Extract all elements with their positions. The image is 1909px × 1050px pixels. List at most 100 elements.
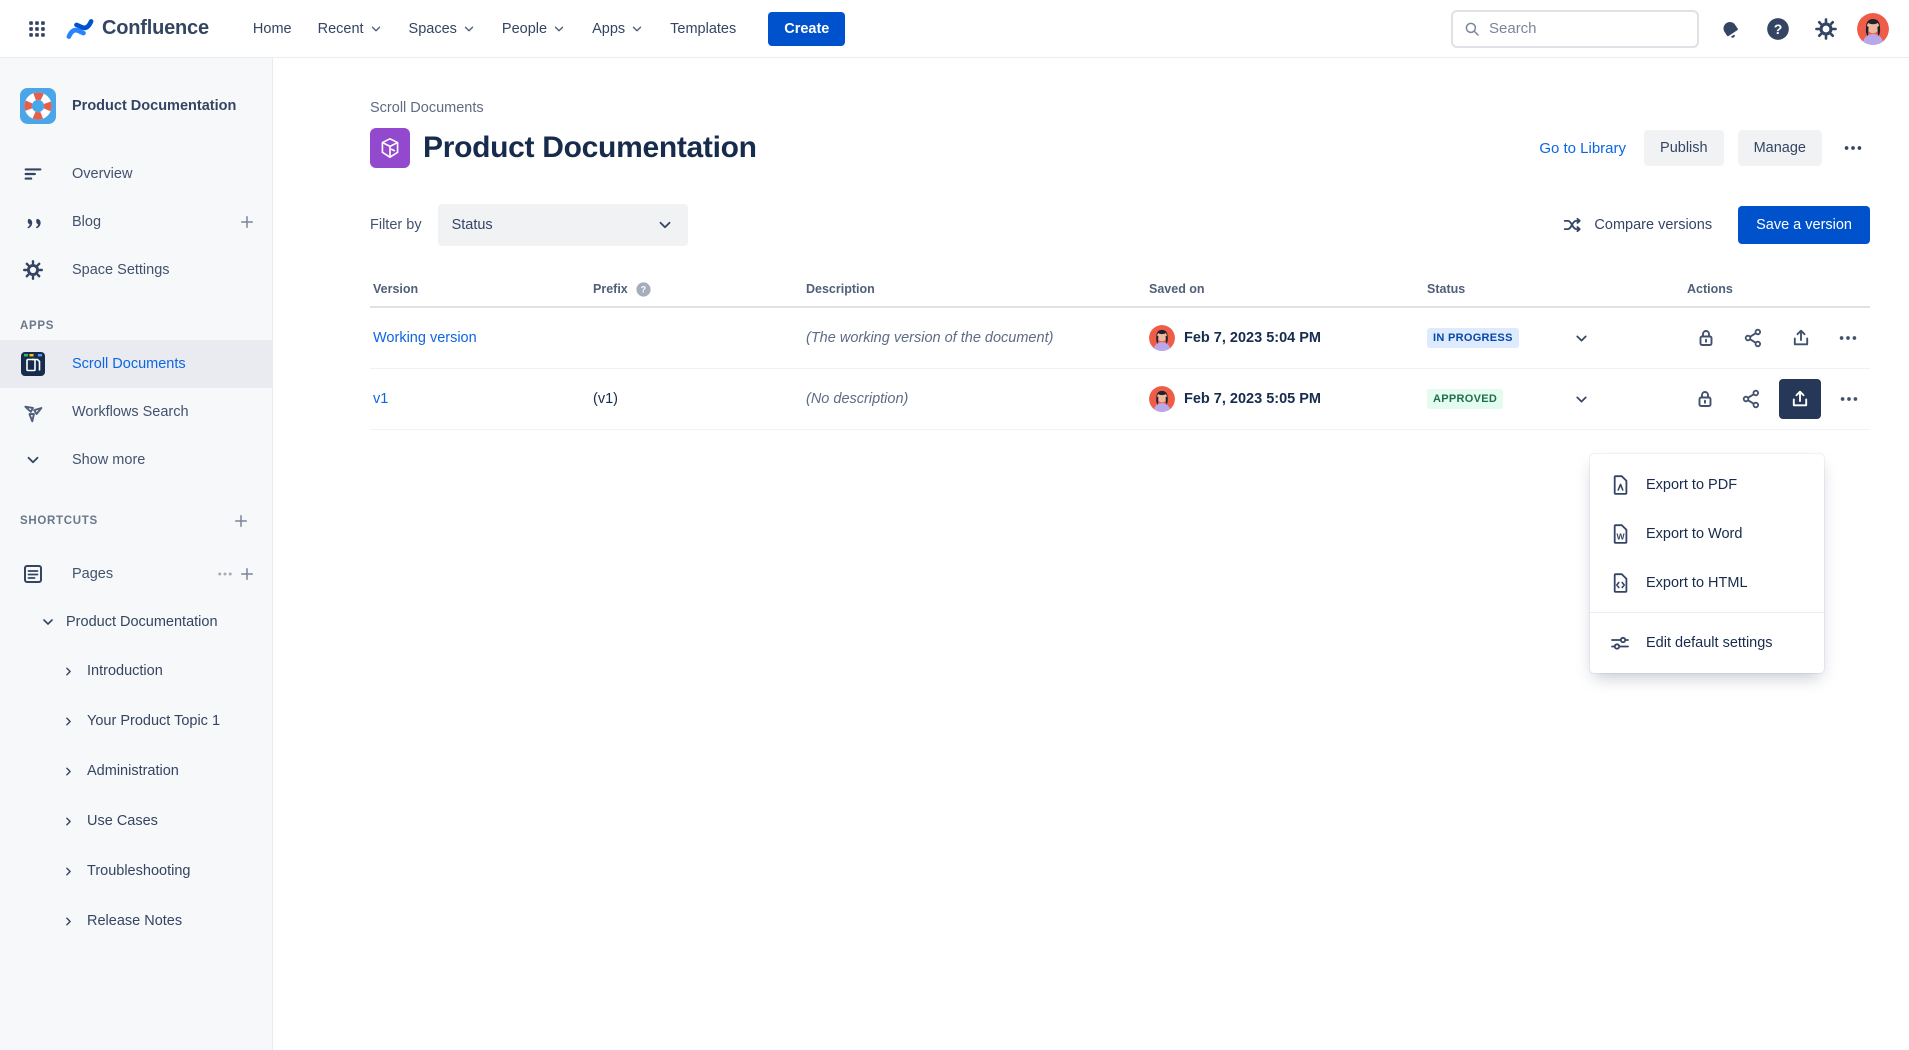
space-sidebar: Product Documentation Overview Blog Spac… [0, 58, 273, 1050]
sidebar-item-space-settings[interactable]: Space Settings [0, 246, 272, 294]
versions-table-header: Version Prefix ? Description Saved on St… [370, 272, 1870, 308]
settings-button[interactable] [1809, 12, 1843, 46]
export-version-button-active[interactable] [1779, 379, 1821, 419]
manage-button[interactable]: Manage [1738, 130, 1822, 166]
create-button[interactable]: Create [768, 12, 845, 46]
help-icon: ? [1765, 16, 1791, 42]
status-badge: APPROVED [1427, 389, 1503, 409]
plus-icon [232, 512, 250, 530]
lock-version-button[interactable] [1687, 381, 1723, 417]
column-description: Description [806, 282, 1149, 296]
row-more-button[interactable] [1831, 381, 1867, 417]
help-circle-icon[interactable]: ? [635, 281, 652, 298]
add-page-button[interactable] [236, 563, 258, 585]
page-tree-item-introduction[interactable]: Introduction [0, 646, 272, 696]
version-link[interactable]: Working version [373, 330, 477, 346]
gear-icon [20, 259, 46, 281]
nav-item-spaces[interactable]: Spaces [399, 13, 486, 45]
share-icon [1739, 387, 1763, 411]
add-shortcut-button[interactable] [230, 510, 252, 532]
compare-shuffle-icon [1562, 214, 1584, 236]
page-tree-root[interactable]: Product Documentation [0, 598, 272, 646]
chevron-right-icon [62, 815, 75, 828]
shortcuts-section-heading: SHORTCUTS [0, 510, 272, 532]
breadcrumb[interactable]: Scroll Documents [370, 100, 1870, 116]
primary-nav: Home Recent Spaces People Apps Templates [243, 13, 746, 45]
global-search[interactable] [1451, 10, 1699, 48]
document-cube-icon [370, 128, 410, 168]
row-more-button[interactable] [1830, 320, 1868, 356]
menu-item-export-word[interactable]: W Export to Word [1590, 509, 1824, 558]
status-filter-select[interactable]: Status [438, 204, 688, 246]
confluence-mark-icon [66, 15, 94, 43]
saved-by-avatar [1149, 325, 1175, 351]
column-status: Status [1427, 282, 1687, 296]
search-icon [1463, 20, 1481, 38]
export-dropdown-menu: Export to PDF W Export to Word Export to… [1590, 454, 1824, 673]
page-tree-item-release-notes[interactable]: Release Notes [0, 896, 272, 946]
add-blog-button[interactable] [236, 211, 258, 233]
table-row-working-version: Working version (The working version of … [370, 308, 1870, 369]
word-file-icon: W [1608, 522, 1632, 546]
svg-text:?: ? [641, 284, 646, 294]
export-version-button[interactable] [1782, 320, 1820, 356]
nav-item-apps[interactable]: Apps [582, 13, 654, 45]
user-avatar[interactable] [1857, 13, 1889, 45]
header-more-button[interactable] [1836, 131, 1870, 165]
compare-versions-button[interactable]: Compare versions [1562, 214, 1712, 236]
status-badge: IN PROGRESS [1427, 328, 1519, 348]
app-switcher-button[interactable] [20, 12, 54, 46]
space-name: Product Documentation [72, 98, 236, 114]
page-tree-item-use-cases[interactable]: Use Cases [0, 796, 272, 846]
menu-item-edit-default-settings[interactable]: Edit default settings [1590, 618, 1824, 667]
space-header[interactable]: Product Documentation [0, 88, 272, 124]
menu-separator [1590, 612, 1824, 613]
more-dots-icon [1837, 327, 1859, 349]
overview-icon [20, 163, 46, 185]
nav-item-templates[interactable]: Templates [660, 13, 746, 45]
chevron-down-icon [552, 22, 566, 36]
page-tree-item-troubleshooting[interactable]: Troubleshooting [0, 846, 272, 896]
sidebar-item-blog[interactable]: Blog [0, 198, 272, 246]
more-dots-icon [216, 565, 234, 583]
sidebar-item-workflows-search[interactable]: Workflows Search [0, 388, 272, 436]
nav-item-recent[interactable]: Recent [308, 13, 393, 45]
quote-icon [20, 211, 46, 233]
save-a-version-button[interactable]: Save a version [1738, 206, 1870, 244]
nav-item-home[interactable]: Home [243, 13, 302, 45]
status-dropdown-button[interactable] [1567, 385, 1596, 414]
chevron-down-icon [462, 22, 476, 36]
plus-icon [238, 213, 256, 231]
menu-item-export-pdf[interactable]: Export to PDF [1590, 460, 1824, 509]
svg-text:W: W [1617, 531, 1626, 541]
status-dropdown-button[interactable] [1567, 324, 1596, 353]
nav-item-people[interactable]: People [492, 13, 576, 45]
page-tree-item-your-product-topic-1[interactable]: Your Product Topic 1 [0, 696, 272, 746]
more-dots-icon [1838, 388, 1860, 410]
sidebar-item-scroll-documents[interactable]: Scroll Documents [0, 340, 272, 388]
sidebar-item-overview[interactable]: Overview [0, 150, 272, 198]
share-version-button[interactable] [1733, 381, 1769, 417]
page-tree-item-administration[interactable]: Administration [0, 746, 272, 796]
sliders-icon [1608, 631, 1632, 655]
help-button[interactable]: ? [1761, 12, 1795, 46]
menu-item-export-html[interactable]: Export to HTML [1590, 558, 1824, 607]
more-dots-icon [1842, 137, 1864, 159]
sidebar-item-show-more[interactable]: Show more [0, 436, 272, 484]
confluence-logo[interactable]: Confluence [66, 15, 209, 43]
lock-version-button[interactable] [1687, 320, 1725, 356]
share-version-button[interactable] [1735, 320, 1773, 356]
go-to-library-link[interactable]: Go to Library [1535, 134, 1630, 163]
scroll-documents-icon [20, 352, 46, 376]
notifications-button[interactable] [1713, 12, 1747, 46]
chevron-right-icon [62, 715, 75, 728]
sidebar-item-pages[interactable]: Pages [0, 550, 272, 598]
export-icon [1788, 387, 1812, 411]
version-link[interactable]: v1 [373, 391, 388, 407]
search-input[interactable] [1489, 20, 1687, 37]
lock-icon [1693, 387, 1717, 411]
publish-button[interactable]: Publish [1644, 130, 1724, 166]
pages-more-button[interactable] [214, 563, 236, 585]
chevron-down-icon [1573, 391, 1590, 408]
main-content: Scroll Documents Product Documentation G… [273, 58, 1909, 1050]
